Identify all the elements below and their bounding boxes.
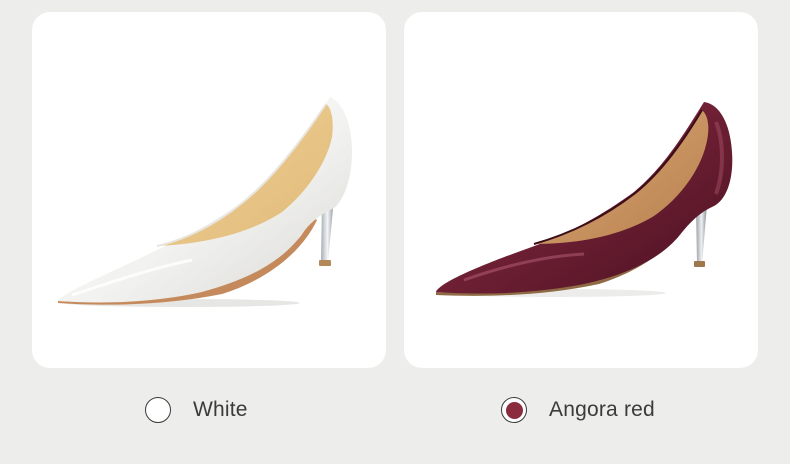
color-radio-white[interactable] xyxy=(145,397,171,423)
white-pointed-toe-pump-icon xyxy=(58,97,352,307)
color-option-angora-red[interactable]: Angora red xyxy=(501,392,655,428)
angora-red-pointed-toe-pump-icon xyxy=(436,102,733,297)
color-option-label: White xyxy=(193,398,248,421)
product-image-card-angora-red[interactable] xyxy=(404,12,758,368)
angora-red-swatch-icon xyxy=(505,401,523,419)
color-option-label: Angora red xyxy=(549,398,655,421)
color-option-white[interactable]: White xyxy=(145,392,248,428)
product-image-card-white[interactable] xyxy=(32,12,386,368)
white-swatch-icon xyxy=(149,401,167,419)
color-radio-angora-red[interactable] xyxy=(501,397,527,423)
